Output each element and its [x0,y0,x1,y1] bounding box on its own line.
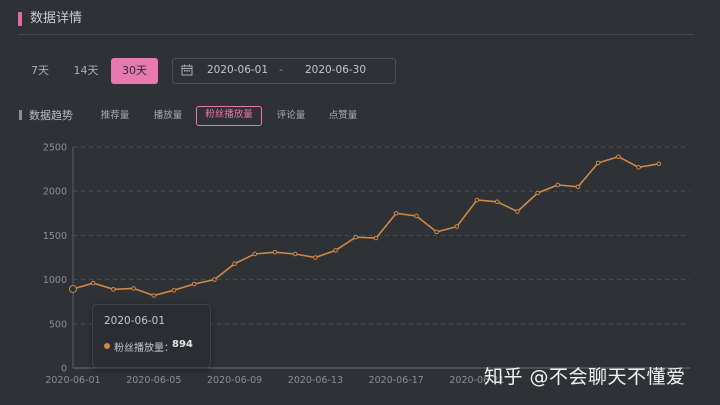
data-point [292,251,298,257]
y-tick-label: 1500 [43,231,67,242]
data-point [616,154,621,160]
y-tick-label: 500 [49,319,67,330]
tab-plays[interactable]: 播放量 [149,107,187,125]
calendar-icon [181,64,193,79]
data-point [313,255,318,260]
tooltip-value: 894 [172,339,193,350]
x-tick-label: 2020-06-13 [288,375,343,386]
tooltip-label: 粉丝播放量： [114,343,174,354]
tooltip-date: 2020-06-01 [104,315,166,327]
data-point [535,190,540,196]
data-point [111,287,116,292]
data-point [212,277,217,282]
x-tick-label: 2020-06-01 [45,375,100,386]
data-point [252,251,258,257]
x-tick-label: 2020-06-17 [369,375,424,386]
data-point [474,197,480,203]
range-7-days-button[interactable]: 7天 [24,58,56,84]
data-point [434,229,439,235]
date-range-picker[interactable]: 2020-06-01 - 2020-06-30 [172,58,396,84]
data-point [131,286,136,291]
data-point [373,235,379,241]
range-14-days-button[interactable]: 14天 [68,58,104,84]
data-point [414,213,419,219]
end-date[interactable]: 2020-06-30 [305,64,366,76]
tab-comments[interactable]: 评论量 [272,107,310,125]
trend-accent-bar [19,110,22,120]
date-separator: - [279,64,283,76]
y-tick-label: 2000 [43,187,67,198]
data-point [69,284,77,293]
tab-fan-plays[interactable]: 粉丝播放量 [196,106,262,126]
data-point [151,293,157,298]
data-point [191,281,197,287]
page-title: 数据详情 [30,11,83,26]
data-point [494,199,500,205]
x-tick-label: 2020-06-05 [126,375,181,386]
y-tick-label: 0 [61,364,67,375]
tab-likes[interactable]: 点赞量 [324,107,362,125]
series-dot [104,343,110,349]
data-point [272,249,278,255]
data-point [90,280,96,286]
x-tick-label: 2020-06-09 [207,375,262,386]
series-line [72,155,659,297]
data-point [333,248,338,253]
data-point [171,287,177,293]
data-point [232,261,237,266]
data-point [595,160,601,166]
start-date[interactable]: 2020-06-01 [207,64,268,76]
y-tick-label: 1000 [43,275,67,286]
tab-recommend[interactable]: 推荐量 [96,107,134,125]
y-tick-label: 2500 [43,143,67,154]
data-point [555,182,561,188]
data-point [353,234,359,240]
data-point [575,184,581,190]
section-header: 数据详情 [18,10,694,35]
trend-title: 数据趋势 [29,109,73,122]
chart-tooltip: 2020-06-01 粉丝播放量： 894 [92,304,211,368]
accent-bar [18,12,22,26]
data-point [515,209,520,214]
watermark: 知乎 @不会聊天不懂爱 [484,366,686,388]
data-point [656,161,662,167]
range-30-days-button[interactable]: 30天 [111,58,158,84]
data-point [393,211,399,216]
data-point [636,165,641,170]
data-point [454,224,460,229]
